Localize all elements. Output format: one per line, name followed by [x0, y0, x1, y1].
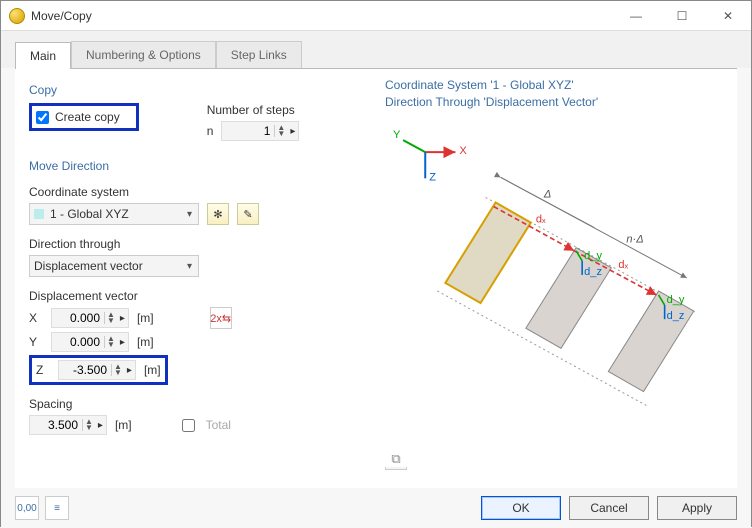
svg-text:d_z: d_z	[584, 265, 602, 277]
list-button[interactable]: ≡	[45, 496, 69, 520]
svg-text:dₓ: dₓ	[618, 258, 628, 270]
preview-caption-1: Coordinate System '1 - Global XYZ'	[385, 77, 727, 94]
direction-value: Displacement vector	[34, 259, 187, 273]
total-label: Total	[206, 418, 231, 432]
spin-arrows-icon[interactable]: ▲▼	[82, 419, 95, 431]
chevron-down-icon: ▾	[187, 209, 192, 220]
num-steps-label: Number of steps	[207, 103, 300, 117]
tab-steplinks[interactable]: Step Links	[216, 41, 302, 68]
svg-text:Z: Z	[429, 171, 436, 183]
z-input[interactable]	[59, 361, 111, 379]
axis-z-label: Z	[36, 363, 50, 377]
total-checkbox[interactable]	[182, 419, 195, 432]
new-coord-button[interactable]: ✻	[207, 203, 229, 225]
spin-arrows-icon[interactable]: ▲▼	[111, 364, 124, 376]
displacement-vector-label: Displacement vector	[29, 289, 361, 303]
tab-numbering[interactable]: Numbering & Options	[71, 41, 216, 68]
x-input[interactable]	[52, 309, 104, 327]
maximize-button[interactable]: ☐	[659, 1, 705, 31]
step-play-icon[interactable]: ▸	[287, 126, 298, 137]
n-label: n	[207, 124, 214, 138]
step-play-icon[interactable]: ▸	[117, 313, 128, 324]
spin-arrows-icon[interactable]: ▲▼	[104, 336, 117, 348]
n-spinner[interactable]: ▲▼ ▸	[221, 121, 299, 141]
svg-text:d_y: d_y	[667, 294, 685, 306]
flip-2x-icon[interactable]: 2x⇆	[210, 307, 232, 329]
step-play-icon[interactable]: ▸	[95, 420, 106, 431]
spin-arrows-icon[interactable]: ▲▼	[274, 125, 287, 137]
cancel-button[interactable]: Cancel	[569, 496, 649, 520]
ok-button[interactable]: OK	[481, 496, 561, 520]
spin-arrows-icon[interactable]: ▲▼	[104, 312, 117, 324]
axis-y-label: Y	[29, 335, 43, 349]
svg-text:X: X	[459, 145, 467, 157]
spacing-spinner[interactable]: ▲▼ ▸	[29, 415, 107, 435]
coord-system-value: 1 - Global XYZ	[50, 207, 187, 221]
preview-caption-2: Direction Through 'Displacement Vector'	[385, 94, 727, 111]
unit-m: [m]	[137, 335, 154, 349]
step-play-icon[interactable]: ▸	[117, 337, 128, 348]
window-title: Move/Copy	[31, 9, 613, 23]
y-spinner[interactable]: ▲▼ ▸	[51, 332, 129, 352]
total-checkbox-wrap[interactable]: Total	[178, 416, 231, 435]
direction-through-label: Direction through	[29, 237, 361, 251]
unit-m: [m]	[144, 363, 161, 377]
y-input[interactable]	[52, 333, 104, 351]
coord-system-label: Coordinate system	[29, 185, 361, 199]
x-spinner[interactable]: ▲▼ ▸	[51, 308, 129, 328]
coord-swatch-icon	[34, 209, 44, 219]
tab-main[interactable]: Main	[15, 42, 71, 69]
chevron-down-icon: ▾	[187, 261, 192, 272]
coord-system-dropdown[interactable]: 1 - Global XYZ ▾	[29, 203, 199, 225]
group-copy: Copy	[29, 83, 361, 97]
app-icon	[9, 8, 25, 24]
spacing-input[interactable]	[30, 416, 82, 434]
svg-text:d_z: d_z	[667, 310, 685, 322]
spacing-label: Spacing	[29, 397, 361, 411]
edit-coord-button[interactable]: ✎	[237, 203, 259, 225]
unit-m: [m]	[137, 311, 154, 325]
z-row-highlight: Z ▲▼ ▸ [m]	[29, 355, 168, 385]
svg-text:Δ: Δ	[543, 188, 551, 200]
z-spinner[interactable]: ▲▼ ▸	[58, 360, 136, 380]
svg-text:Y: Y	[393, 129, 401, 141]
group-move: Move Direction	[29, 159, 361, 173]
step-play-icon[interactable]: ▸	[124, 365, 135, 376]
preview-diagram: X Y Z Δ n·Δ dₓ dₓ d_	[385, 119, 727, 467]
minimize-button[interactable]: —	[613, 1, 659, 31]
svg-text:d_y: d_y	[584, 249, 602, 261]
create-copy-label: Create copy	[55, 110, 120, 124]
n-input[interactable]	[222, 122, 274, 140]
unit-m: [m]	[115, 418, 132, 432]
svg-text:dₓ: dₓ	[536, 213, 546, 225]
create-copy-checkbox-wrap[interactable]: Create copy	[29, 103, 139, 131]
axis-x-label: X	[29, 311, 43, 325]
direction-dropdown[interactable]: Displacement vector ▾	[29, 255, 199, 277]
close-button[interactable]: ✕	[705, 1, 751, 31]
units-button[interactable]: 0,00	[15, 496, 39, 520]
apply-button[interactable]: Apply	[657, 496, 737, 520]
svg-text:n·Δ: n·Δ	[626, 233, 643, 245]
create-copy-checkbox[interactable]	[36, 111, 49, 124]
